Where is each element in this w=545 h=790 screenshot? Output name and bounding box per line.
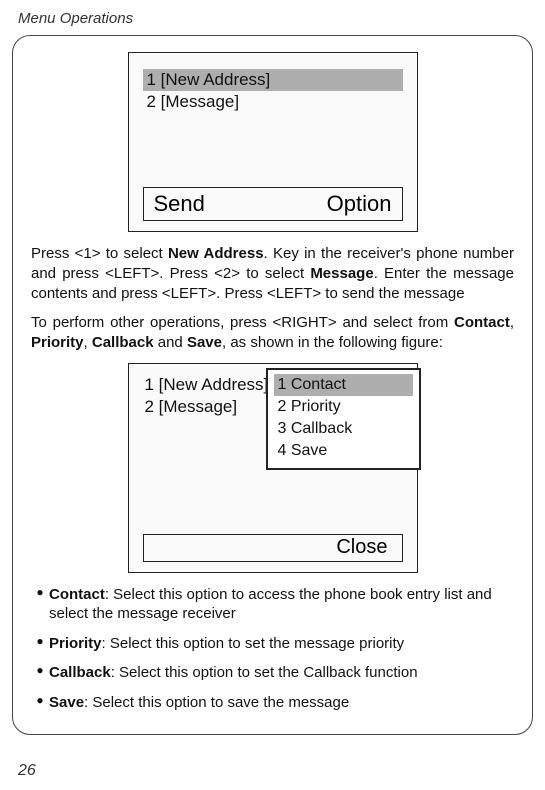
softkey-option[interactable]: Option <box>327 191 392 217</box>
bullet-dot-icon: ● <box>31 585 49 624</box>
popup-item-priority[interactable]: 2 Priority <box>274 396 413 418</box>
paragraph-2: To perform other operations, press <RIGH… <box>31 313 514 353</box>
popup-item-contact[interactable]: 1 Contact <box>274 374 413 396</box>
page-header: Menu Operations <box>0 0 545 33</box>
bullet-title: Callback <box>49 664 111 681</box>
option-popup: 1 Contact 2 Priority 3 Callback 4 Save <box>266 368 421 470</box>
figure-address-message: 1 [New Address] 2 [Message] Send Option <box>128 52 418 232</box>
text: and <box>154 334 187 351</box>
text-bold: Contact <box>454 314 510 331</box>
content-frame: 1 [New Address] 2 [Message] Send Option … <box>12 35 533 735</box>
paragraph-1: Press <1> to select New Address. Key in … <box>31 244 514 303</box>
bullet-dot-icon: ● <box>31 634 49 654</box>
bullet-text: : Select this option to access the phone… <box>49 586 492 623</box>
bullet-title: Contact <box>49 586 105 603</box>
text-bold: Message <box>310 265 373 282</box>
popup-item-save[interactable]: 4 Save <box>274 440 413 462</box>
text: Press <1> to select <box>31 245 168 262</box>
softkey-close[interactable]: Close <box>336 536 387 559</box>
popup-item-callback[interactable]: 3 Callback <box>274 418 413 440</box>
bullet-text: : Select this option to save the message <box>84 694 349 711</box>
softkey-bar-2: Close <box>143 534 403 562</box>
bullet-contact: ● Contact: Select this option to access … <box>31 585 514 624</box>
figure1-list: 1 [New Address] 2 [Message] <box>129 53 417 113</box>
page-number: 26 <box>18 762 36 780</box>
text: , <box>510 314 514 331</box>
text-bold: New Address <box>168 245 264 262</box>
bullet-title: Priority <box>49 635 102 652</box>
bullet-title: Save <box>49 694 84 711</box>
text: , as shown in the following figure: <box>222 334 443 351</box>
bullet-text: : Select this option to set the Callback… <box>111 664 418 681</box>
text-bold: Callback <box>92 334 154 351</box>
text: , <box>84 334 92 351</box>
bullet-dot-icon: ● <box>31 663 49 683</box>
list-item-new-address[interactable]: 1 [New Address] <box>143 69 403 91</box>
softkey-bar: Send Option <box>143 187 403 221</box>
bullet-save: ● Save: Select this option to save the m… <box>31 693 514 713</box>
text: To perform other operations, press <RIGH… <box>31 314 454 331</box>
bullet-text: : Select this option to set the message … <box>102 635 405 652</box>
bullet-priority: ● Priority: Select this option to set th… <box>31 634 514 654</box>
softkey-send[interactable]: Send <box>154 191 205 217</box>
text-bold: Save <box>187 334 222 351</box>
text-bold: Priority <box>31 334 84 351</box>
bullet-callback: ● Callback: Select this option to set th… <box>31 663 514 683</box>
list-item-message[interactable]: 2 [Message] <box>143 91 403 113</box>
bullet-dot-icon: ● <box>31 693 49 713</box>
figure2-content: 1 [New Address] 2 [Message] 1 Contact 2 … <box>129 364 417 418</box>
figure-option-popup: 1 [New Address] 2 [Message] 1 Contact 2 … <box>128 363 418 573</box>
bullet-list: ● Contact: Select this option to access … <box>31 585 514 713</box>
